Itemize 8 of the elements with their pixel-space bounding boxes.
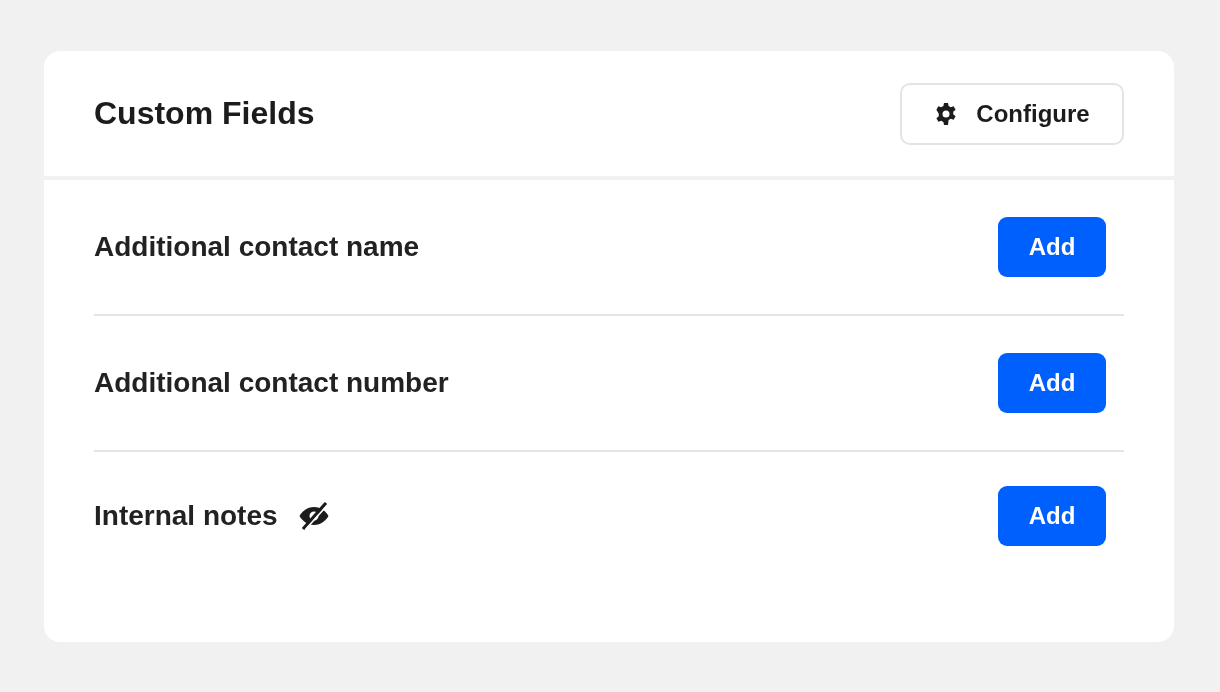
card-title: Custom Fields bbox=[94, 95, 315, 132]
add-button[interactable]: Add bbox=[998, 353, 1106, 413]
field-label: Internal notes bbox=[94, 500, 278, 532]
field-label: Additional contact name bbox=[94, 231, 420, 263]
add-button[interactable]: Add bbox=[998, 217, 1106, 277]
add-button[interactable]: Add bbox=[998, 486, 1106, 546]
field-label: Additional contact number bbox=[94, 367, 449, 399]
configure-button[interactable]: Configure bbox=[900, 82, 1124, 145]
